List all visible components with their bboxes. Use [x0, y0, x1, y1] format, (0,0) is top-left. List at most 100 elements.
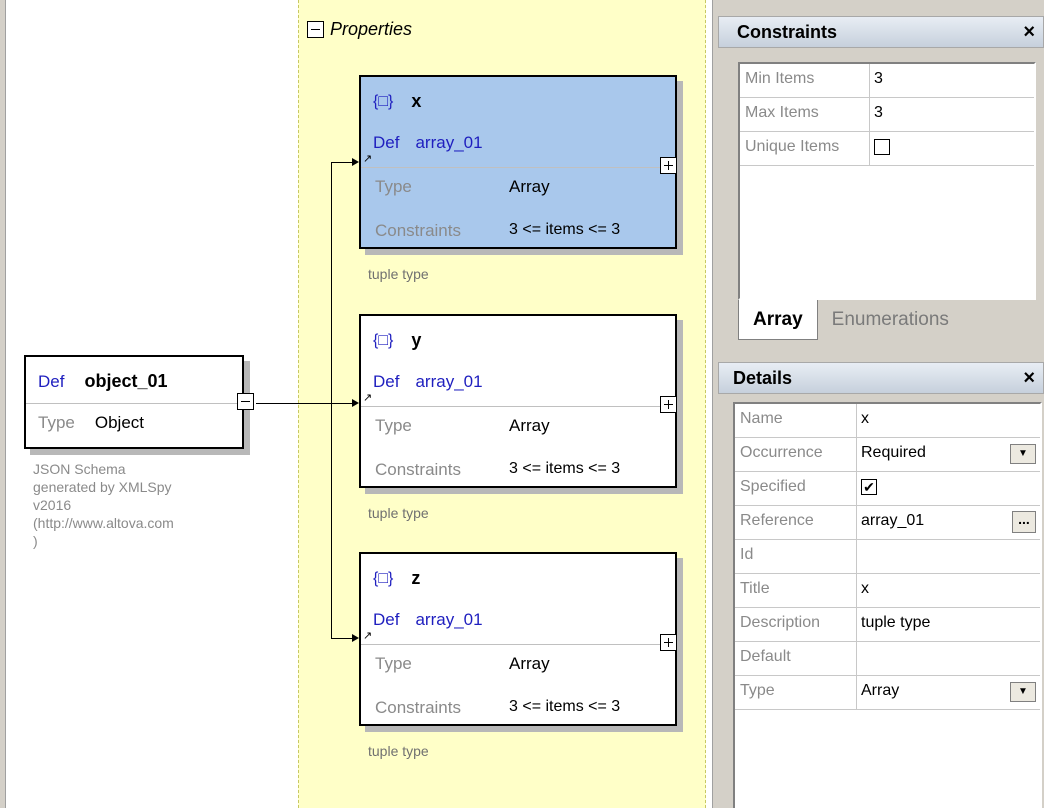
constraints-keyword: Constraints: [375, 460, 461, 479]
reference-arrow-icon: ↗: [363, 630, 373, 642]
properties-header: Properties: [307, 19, 412, 40]
property-box-y[interactable]: {□} y ↗ Def array_01 Type Array Constrai…: [359, 314, 677, 488]
def-keyword: Def: [38, 372, 65, 391]
property-box-z[interactable]: {□} z ↗ Def array_01 Type Array Constrai…: [359, 552, 677, 726]
details-row[interactable]: Specified ✔: [735, 472, 1040, 506]
reference-value[interactable]: array_01: [861, 512, 924, 529]
root-divider: [26, 403, 242, 404]
property-box-x[interactable]: {□} x ↗ Def array_01 Type Array Constrai…: [359, 75, 677, 249]
root-note-line: JSON Schema: [33, 461, 126, 477]
object-icon: {□}: [373, 92, 394, 110]
connector-root-horizontal: [256, 403, 332, 404]
def-keyword: Def: [373, 610, 400, 629]
constraints-row[interactable]: Unique Items: [740, 132, 1034, 166]
tab-array[interactable]: Array: [738, 300, 818, 340]
type-keyword: Type: [38, 413, 75, 432]
constraints-row[interactable]: Min Items 3: [740, 64, 1034, 98]
tab-enumerations[interactable]: Enumerations: [818, 300, 963, 340]
property-type-value: Array: [509, 177, 550, 196]
detail-key: Reference: [735, 506, 857, 539]
details-row[interactable]: Type Array ▼: [735, 676, 1040, 710]
property-name: z: [411, 568, 421, 588]
property-reference[interactable]: array_01: [415, 372, 482, 392]
constraints-keyword: Constraints: [375, 698, 461, 717]
expand-property-icon[interactable]: [660, 157, 677, 174]
object-icon: {□}: [373, 331, 394, 349]
connector-arrow-z: [352, 634, 359, 642]
constraint-key: Min Items: [740, 64, 870, 97]
connector-vertical-trunk: [331, 162, 332, 638]
unique-items-checkbox[interactable]: [874, 138, 890, 155]
constraints-panel: Constraints × Min Items 3 Max Items 3 Un…: [718, 16, 1044, 342]
root-note: JSON Schema generated by XMLSpy v2016 (h…: [33, 460, 273, 550]
details-row[interactable]: Id: [735, 540, 1040, 574]
constraint-key: Unique Items: [740, 132, 870, 165]
connector-arrow-y: [352, 399, 359, 407]
details-row[interactable]: Occurrence Required ▼: [735, 438, 1040, 472]
detail-key: Name: [735, 404, 857, 437]
collapse-properties-icon[interactable]: [307, 21, 324, 38]
connector-arrow-x: [352, 158, 359, 166]
canvas-left-border: [0, 0, 6, 808]
detail-value[interactable]: x: [857, 404, 1040, 437]
close-icon[interactable]: ×: [1023, 21, 1035, 44]
browse-button[interactable]: ...: [1012, 511, 1036, 533]
root-note-line: ): [33, 533, 38, 549]
expand-property-icon[interactable]: [660, 634, 677, 651]
detail-key: Title: [735, 574, 857, 607]
type-keyword: Type: [375, 177, 412, 196]
constraint-value[interactable]: 3: [870, 64, 1034, 97]
constraint-value-cell: [870, 132, 1034, 165]
type-keyword: Type: [375, 654, 412, 673]
property-constraints-value: 3 <= items <= 3: [509, 460, 621, 477]
property-type-value: Array: [509, 416, 550, 435]
schema-diagram-canvas[interactable]: Properties Def object_01 Type Object JSO…: [0, 0, 712, 808]
type-select[interactable]: Array: [861, 682, 899, 699]
root-def-name: object_01: [84, 371, 168, 391]
specified-checkbox[interactable]: ✔: [861, 478, 877, 495]
detail-value[interactable]: tuple type: [857, 608, 1040, 641]
details-row[interactable]: Default: [735, 642, 1040, 676]
detail-value[interactable]: [857, 540, 1040, 573]
detail-value[interactable]: x: [857, 574, 1040, 607]
constraints-grid: Min Items 3 Max Items 3 Unique Items: [738, 62, 1036, 300]
details-panel-title: Details: [733, 367, 793, 388]
constraints-keyword: Constraints: [375, 221, 461, 240]
properties-label: Properties: [330, 19, 413, 39]
expand-property-icon[interactable]: [660, 396, 677, 413]
constraint-key: Max Items: [740, 98, 870, 131]
details-row[interactable]: Description tuple type: [735, 608, 1040, 642]
property-constraints-value: 3 <= items <= 3: [509, 221, 621, 238]
property-note-y: tuple type: [368, 505, 429, 521]
close-icon[interactable]: ×: [1023, 367, 1035, 390]
dropdown-arrow-icon[interactable]: ▼: [1010, 444, 1036, 464]
occurrence-select[interactable]: Required: [861, 444, 926, 461]
detail-key: Occurrence: [735, 438, 857, 471]
property-note-z: tuple type: [368, 743, 429, 759]
property-reference[interactable]: array_01: [415, 610, 482, 630]
object-icon: {□}: [373, 569, 394, 587]
connector-to-z: [331, 638, 353, 639]
property-note-x: tuple type: [368, 266, 429, 282]
constraints-panel-title-bar: Constraints ×: [718, 16, 1044, 48]
property-reference[interactable]: array_01: [415, 133, 482, 153]
root-note-line: (http://www.altova.com: [33, 515, 174, 531]
dropdown-arrow-icon[interactable]: ▼: [1010, 682, 1036, 702]
root-object-box[interactable]: Def object_01 Type Object: [24, 355, 254, 449]
constraints-row[interactable]: Max Items 3: [740, 98, 1034, 132]
constraint-value[interactable]: 3: [870, 98, 1034, 131]
property-constraints-value: 3 <= items <= 3: [509, 698, 621, 715]
connector-to-x: [331, 162, 353, 163]
reference-arrow-icon: ↗: [363, 392, 373, 404]
details-row[interactable]: Name x: [735, 404, 1040, 438]
property-type-value: Array: [509, 654, 550, 673]
collapse-root-icon[interactable]: [237, 393, 254, 410]
def-keyword: Def: [373, 372, 400, 391]
details-row[interactable]: Title x: [735, 574, 1040, 608]
details-row[interactable]: Reference array_01 ...: [735, 506, 1040, 540]
detail-key: Id: [735, 540, 857, 573]
detail-key: Type: [735, 676, 857, 709]
detail-value[interactable]: [857, 642, 1040, 675]
root-note-line: generated by XMLSpy: [33, 479, 172, 495]
type-keyword: Type: [375, 416, 412, 435]
